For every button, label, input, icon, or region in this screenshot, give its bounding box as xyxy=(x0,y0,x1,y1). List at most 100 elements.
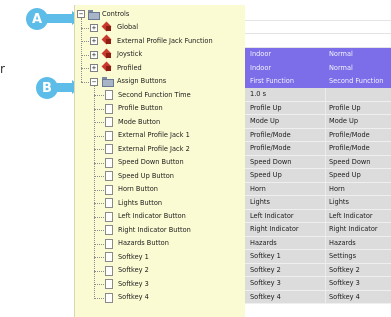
value-cell[interactable]: Hazards xyxy=(250,239,277,247)
collapse-toggle-icon[interactable]: − xyxy=(90,77,98,86)
grid-row[interactable]: Mode Up Mode Up xyxy=(245,115,391,129)
settings-tree: − Controls + Global + External Profile Jack F… xyxy=(74,5,245,317)
value-cell[interactable]: Second Function xyxy=(329,77,383,85)
expand-toggle-icon[interactable]: + xyxy=(90,64,98,72)
grid-row xyxy=(245,34,391,48)
value-cell[interactable]: Profile/Mode xyxy=(329,131,370,139)
value-cell[interactable]: Hazards xyxy=(329,239,356,247)
tree-node-second-function-time[interactable]: Second Function Time xyxy=(75,88,246,102)
tree-node-label: External Profile Jack 2 xyxy=(118,144,190,153)
value-cell[interactable]: Profile/Mode xyxy=(250,144,291,152)
tree-node-joystick[interactable]: + Joystick xyxy=(75,48,246,62)
value-cell[interactable]: Settings xyxy=(329,252,356,260)
value-cell[interactable]: Profile/Mode xyxy=(329,144,370,152)
value-cell[interactable]: First Function xyxy=(250,77,294,85)
value-cell[interactable]: Mode Up xyxy=(250,117,279,125)
value-cell[interactable]: Indoor xyxy=(250,64,271,72)
column-separator xyxy=(325,142,326,155)
value-cell[interactable]: Horn xyxy=(329,185,345,193)
column-separator xyxy=(325,196,326,209)
grid-row xyxy=(245,7,391,21)
value-cell[interactable]: Softkey 3 xyxy=(250,279,281,287)
column-separator xyxy=(325,155,326,168)
value-cell[interactable]: Normal xyxy=(329,64,353,72)
grid-row[interactable]: Lights Lights xyxy=(245,196,391,210)
column-separator xyxy=(325,236,326,249)
grid-row[interactable]: Softkey 1 Settings xyxy=(245,250,391,264)
value-cell[interactable]: 1.0 s xyxy=(250,90,266,98)
value-cell[interactable]: Profile Up xyxy=(250,104,282,112)
value-cell[interactable]: Softkey 2 xyxy=(329,266,360,274)
value-cell[interactable]: Softkey 4 xyxy=(329,293,360,301)
tree-node-label: External Profile Jack 1 xyxy=(118,131,190,140)
grid-row[interactable]: Left Indicator Left Indicator xyxy=(245,209,391,223)
grid-row[interactable]: Indoor Normal xyxy=(245,47,391,61)
value-cell[interactable]: Speed Up xyxy=(329,171,361,179)
tree-node-speed-down-button[interactable]: Speed Down Button xyxy=(75,156,246,170)
grid-row[interactable]: Horn Horn xyxy=(245,182,391,196)
tree-node-mode-button[interactable]: Mode Button xyxy=(75,115,246,129)
tree-node-controls[interactable]: − Controls xyxy=(75,7,246,21)
expand-toggle-icon[interactable]: + xyxy=(90,23,98,32)
tree-node-softkey-2[interactable]: Softkey 2 xyxy=(75,264,246,278)
value-cell[interactable]: Right Indicator xyxy=(250,225,299,233)
value-cell[interactable]: Normal xyxy=(329,50,353,58)
grid-row[interactable]: Indoor Normal xyxy=(245,61,391,75)
tree-node-softkey-1[interactable]: Softkey 1 xyxy=(75,250,246,264)
value-cell[interactable]: Speed Down xyxy=(250,158,291,166)
tree-node-assign-buttons[interactable]: − Assign Buttons xyxy=(75,75,246,89)
value-cell[interactable]: Lights xyxy=(250,198,270,206)
value-cell[interactable]: Speed Up xyxy=(250,171,282,179)
value-cell[interactable]: Horn xyxy=(250,185,266,193)
tree-node-external-profile-jack-function[interactable]: + External Profile Jack Function xyxy=(75,34,246,48)
value-cell[interactable]: Softkey 2 xyxy=(250,266,281,274)
grid-row[interactable]: Speed Up Speed Up xyxy=(245,169,391,183)
value-cell[interactable]: Left Indicator xyxy=(329,212,373,220)
tree-node-external-profile-jack-1[interactable]: External Profile Jack 1 xyxy=(75,129,246,143)
grid-row[interactable]: Profile Up Profile Up xyxy=(245,101,391,115)
value-cell[interactable]: Softkey 3 xyxy=(329,279,360,287)
grid-row[interactable]: Softkey 2 Softkey 2 xyxy=(245,263,391,277)
grid-row[interactable]: Profile/Mode Profile/Mode xyxy=(245,142,391,156)
cropped-text-fragment: r xyxy=(0,62,5,76)
expand-toggle-icon[interactable]: + xyxy=(90,50,98,59)
tree-node-profiled[interactable]: + Profiled xyxy=(75,61,246,75)
tree-node-profile-button[interactable]: Profile Button xyxy=(75,102,246,116)
value-cell[interactable]: Softkey 1 xyxy=(250,252,281,260)
value-cell[interactable]: Indoor xyxy=(250,50,271,58)
grid-row[interactable]: Softkey 4 Softkey 4 xyxy=(245,290,391,304)
value-cell[interactable]: Speed Down xyxy=(329,158,370,166)
grid-row[interactable]: Speed Down Speed Down xyxy=(245,155,391,169)
grid-row[interactable]: Hazards Hazards xyxy=(245,236,391,250)
tree-node-global[interactable]: + Global xyxy=(75,21,246,35)
cube-icon xyxy=(102,63,112,72)
tree-node-softkey-4[interactable]: Softkey 4 xyxy=(75,291,246,305)
tree-node-label: Profile Button xyxy=(118,104,163,113)
value-cell[interactable]: Mode Up xyxy=(329,117,358,125)
column-separator xyxy=(325,101,326,114)
collapse-toggle-icon[interactable]: − xyxy=(77,10,85,18)
value-cell[interactable]: Right Indicator xyxy=(329,225,378,233)
tree-node-lights-button[interactable]: Lights Button xyxy=(75,196,246,210)
tree-node-left-indicator-button[interactable]: Left Indicator Button xyxy=(75,210,246,224)
tree-node-horn-button[interactable]: Horn Button xyxy=(75,183,246,197)
value-cell[interactable]: Profile Up xyxy=(329,104,361,112)
value-cell[interactable]: Profile/Mode xyxy=(250,131,291,139)
tree-node-speed-up-button[interactable]: Speed Up Button xyxy=(75,169,246,183)
value-cell[interactable]: Left Indicator xyxy=(250,212,294,220)
grid-row[interactable]: Right Indicator Right Indicator xyxy=(245,223,391,237)
expand-toggle-icon[interactable]: + xyxy=(90,37,98,45)
tree-node-external-profile-jack-2[interactable]: External Profile Jack 2 xyxy=(75,142,246,156)
grid-row[interactable]: Profile/Mode Profile/Mode xyxy=(245,128,391,142)
tree-node-label: Left Indicator Button xyxy=(118,212,186,221)
value-cell[interactable]: Lights xyxy=(329,198,349,206)
tree-node-hazards-button[interactable]: Hazards Button xyxy=(75,237,246,251)
column-separator xyxy=(325,263,326,276)
grid-row[interactable]: First Function Second Function xyxy=(245,74,391,88)
value-cell[interactable]: Softkey 4 xyxy=(250,293,281,301)
tree-node-right-indicator-button[interactable]: Right Indicator Button xyxy=(75,223,246,237)
grid-row[interactable]: 1.0 s xyxy=(245,88,391,102)
tree-node-softkey-3[interactable]: Softkey 3 xyxy=(75,277,246,291)
cube-icon xyxy=(102,36,112,45)
grid-row[interactable]: Softkey 3 Softkey 3 xyxy=(245,277,391,291)
